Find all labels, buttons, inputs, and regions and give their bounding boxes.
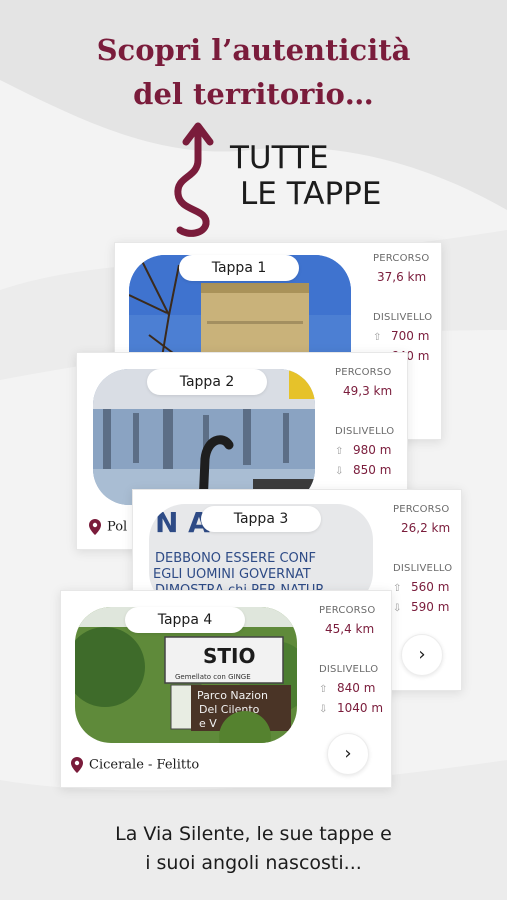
headline-line-2: del territorio…: [133, 77, 374, 111]
descent-value: 850 m: [353, 463, 392, 477]
ascent-value: 560 m: [411, 580, 450, 594]
curved-arrow-icon: [174, 122, 214, 237]
arrow-down-icon: ⇩: [319, 704, 328, 715]
stage-location-2: Pol: [89, 519, 127, 535]
ascent-value: 700 m: [391, 329, 430, 343]
ascent-value: 840 m: [337, 681, 376, 695]
location-pin-icon: [89, 519, 101, 535]
sign-stio: STIO: [203, 644, 256, 668]
chevron-right-icon: ›: [418, 644, 426, 665]
distance-value: 37,6 km: [377, 270, 427, 284]
arrow-down-icon: ⇩: [335, 466, 344, 477]
distance-value: 45,4 km: [325, 622, 375, 636]
distance-value: 26,2 km: [401, 521, 451, 535]
distance-value: 49,3 km: [343, 384, 393, 398]
sign-text-2: EGLI UOMINI GOVERNAT: [153, 567, 311, 582]
arrow-up-icon: ⇧: [335, 446, 344, 457]
section-title: TUTTE LE TAPPE: [230, 140, 430, 212]
sign-gemellato: Gemellato con GINGE: [175, 673, 251, 681]
percorso-label: PERCORSO: [373, 253, 430, 264]
stage-card-4[interactable]: STIO Gemellato con GINGE Parco Nazion De…: [60, 590, 392, 788]
percorso-label: PERCORSO: [335, 367, 392, 378]
stage-title-2: Tappa 2: [147, 369, 267, 395]
dislivello-label: DISLIVELLO: [373, 312, 433, 323]
dislivello-label: DISLIVELLO: [319, 664, 379, 675]
headline-line-1: Scopri l’autenticità: [96, 33, 411, 67]
ascent-value: 980 m: [353, 443, 392, 457]
descent-value: 590 m: [411, 600, 450, 614]
arrow-up-icon: ⇧: [373, 332, 382, 343]
park-sign-3: e V: [199, 717, 217, 730]
arrow-up-icon: ⇧: [393, 583, 402, 594]
location-text: Cicerale - Felitto: [89, 757, 200, 773]
stage-location-4: Cicerale - Felitto: [71, 757, 199, 773]
stage-info-1: PERCORSO 37,6 km DISLIVELLO ⇧700 m ⇩640 …: [373, 253, 439, 363]
descent-value: 1040 m: [337, 701, 384, 715]
footer-line-1: La Via Silente, le sue tappe e: [115, 823, 392, 845]
stage-info-3: PERCORSO 26,2 km DISLIVELLO ⇧ 560 m ⇩ 590 …: [393, 504, 459, 614]
dislivello-label: DISLIVELLO: [335, 426, 395, 437]
footer-tagline: La Via Silente, le sue tappe e i suoi an…: [0, 820, 507, 878]
section-title-line-1: TUTTE: [230, 140, 329, 176]
percorso-label: PERCORSO: [393, 504, 450, 515]
percorso-label: PERCORSO: [319, 605, 376, 616]
footer-line-2: i suoi angoli nascosti...: [145, 852, 362, 874]
arrow-down-icon: ⇩: [393, 603, 402, 614]
sign-text-1: DEBBONO ESSERE CONF: [155, 551, 316, 566]
chevron-right-icon: ›: [344, 743, 352, 764]
stage-info-4: PERCORSO 45,4 km DISLIVELLO ⇧ 840 m ⇩ 1040…: [319, 605, 389, 715]
dislivello-label: DISLIVELLO: [393, 563, 453, 574]
next-button-4[interactable]: ›: [327, 733, 369, 775]
next-button-3[interactable]: ›: [401, 634, 443, 676]
arrow-up-icon: ⇧: [319, 684, 328, 695]
stage-info-2: PERCORSO 49,3 km DISLIVELLO ⇧ 980 m ⇩ 850 …: [335, 367, 403, 477]
location-text: Pol: [107, 519, 128, 535]
location-pin-icon: [71, 757, 83, 773]
park-sign-1: Parco Nazion: [197, 689, 268, 702]
stage-title-4: Tappa 4: [125, 607, 245, 633]
headline: Scopri l’autenticità del territorio…: [0, 28, 507, 116]
stage-title-3: Tappa 3: [201, 506, 321, 532]
stage-title-1: Tappa 1: [179, 255, 299, 281]
section-title-line-2: LE TAPPE: [240, 176, 382, 212]
